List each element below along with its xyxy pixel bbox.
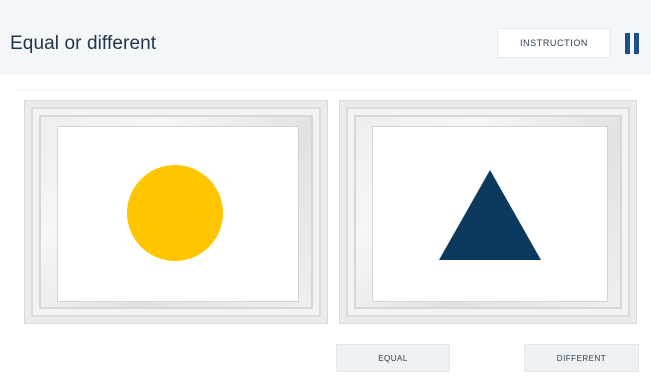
- page-title: Equal or different: [10, 33, 157, 54]
- left-picture-frame: [24, 100, 328, 324]
- app-window: Equal or different INSTRUCTION EQUAL DIF…: [0, 0, 651, 381]
- left-stimulus-canvas: [57, 126, 299, 302]
- circle-shape: [127, 165, 223, 261]
- right-picture-frame: [339, 100, 637, 324]
- equal-button[interactable]: EQUAL: [336, 344, 450, 372]
- triangle-shape: [439, 170, 541, 260]
- pause-icon-bar-left: [625, 33, 630, 54]
- right-stimulus-canvas: [372, 126, 608, 302]
- header-bar: Equal or different INSTRUCTION: [0, 0, 651, 75]
- pause-button[interactable]: [621, 33, 643, 55]
- pause-icon-bar-right: [634, 33, 639, 54]
- instruction-button[interactable]: INSTRUCTION: [497, 28, 611, 58]
- different-button[interactable]: DIFFERENT: [524, 344, 639, 372]
- divider: [18, 90, 630, 91]
